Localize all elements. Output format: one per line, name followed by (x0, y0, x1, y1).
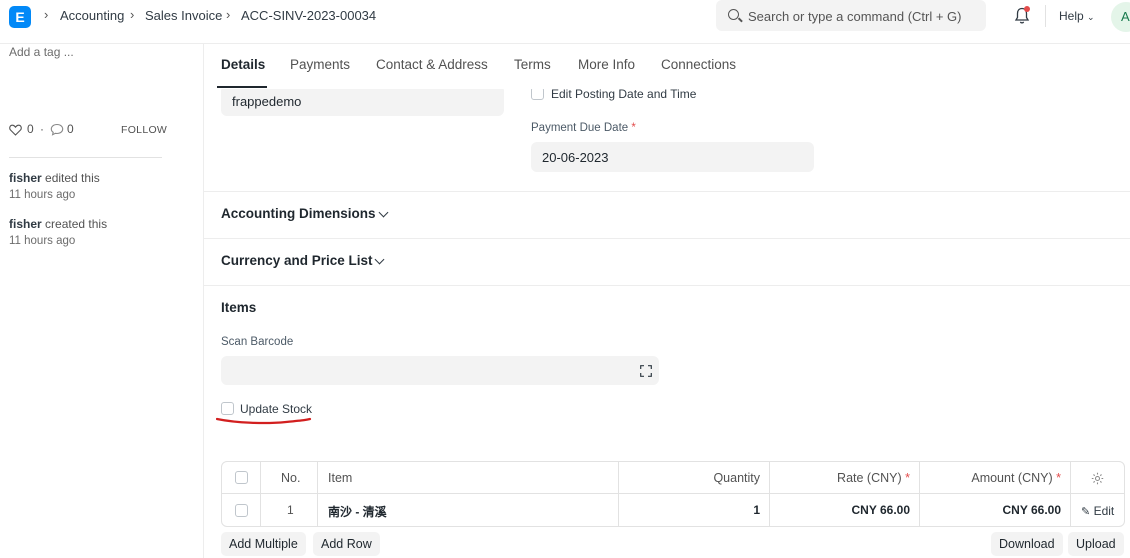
section-divider (204, 238, 1130, 239)
table-header-row: No. Item Quantity Rate (CNY) * Amount (C… (222, 462, 1124, 494)
header-cell: Quantity (619, 462, 770, 493)
navbar-divider (1045, 5, 1046, 27)
search-icon (728, 9, 739, 20)
annotation-underline (216, 417, 312, 425)
add-tag-link[interactable]: Add a tag ... (9, 45, 74, 59)
dot-separator: · (40, 122, 44, 136)
header-rate: Rate (CNY) * (837, 471, 910, 485)
upload-button[interactable]: Upload (1068, 532, 1124, 556)
header-amount: Amount (CNY) * (971, 471, 1061, 485)
active-tab-indicator (217, 86, 267, 88)
notification-dot (1024, 6, 1030, 12)
header-cell: Amount (CNY) * (920, 462, 1071, 493)
payment-due-label: Payment Due Date * (531, 122, 636, 134)
comments-count: 0 (67, 122, 74, 136)
edit-posting-label: Edit Posting Date and Time (551, 87, 697, 101)
row-edit-button[interactable]: ✎ Edit (1081, 504, 1114, 518)
navbar: E › Accounting › Sales Invoice › ACC-SIN… (0, 0, 1130, 44)
header-no: No. (281, 471, 301, 485)
gear-icon[interactable] (1091, 472, 1104, 485)
row-amount: CNY 66.00 (1002, 503, 1061, 517)
row-quantity: 1 (753, 503, 760, 517)
header-cell (222, 462, 261, 493)
chevron-down-icon[interactable] (378, 207, 389, 218)
row-cell[interactable]: 1 (619, 494, 770, 526)
section-divider (204, 191, 1130, 192)
accounting-dimensions-section[interactable]: Accounting Dimensions (221, 206, 376, 221)
header-quantity: Quantity (713, 471, 760, 485)
items-table: No. Item Quantity Rate (CNY) * Amount (C… (221, 461, 1125, 527)
tab-details[interactable]: Details (221, 57, 265, 72)
row-rate: CNY 66.00 (851, 503, 910, 517)
help-menu[interactable]: Help ⌄ (1059, 9, 1095, 23)
add-row-button[interactable]: Add Row (313, 532, 380, 556)
row-cell: 1 (261, 494, 318, 526)
chevron-down-icon[interactable] (374, 254, 385, 265)
row-cell[interactable]: CNY 66.00 (920, 494, 1071, 526)
likes-count: 0 (27, 122, 34, 136)
chevron-down-icon: ⌄ (1087, 12, 1095, 22)
header-cell: No. (261, 462, 318, 493)
add-multiple-button[interactable]: Add Multiple (221, 532, 306, 556)
currency-price-list-section[interactable]: Currency and Price List (221, 253, 373, 268)
scan-icon[interactable] (640, 365, 652, 377)
chevron-right-icon: › (130, 7, 135, 22)
tab-payments[interactable]: Payments (290, 57, 350, 72)
chevron-right-icon: › (226, 7, 231, 22)
follow-button[interactable]: FOLLOW (121, 124, 167, 136)
tab-contact-address[interactable]: Contact & Address (376, 57, 488, 72)
heart-icon[interactable] (9, 124, 22, 136)
breadcrumb-accounting[interactable]: Accounting (60, 8, 124, 23)
form-tabs: Details Payments Contact & Address Terms… (204, 44, 1130, 89)
row-cell[interactable]: CNY 66.00 (770, 494, 920, 526)
tab-connections[interactable]: Connections (661, 57, 736, 72)
scan-barcode-input[interactable] (221, 356, 659, 385)
header-cell: Rate (CNY) * (770, 462, 920, 493)
search-placeholder: Search or type a command (Ctrl + G) (748, 9, 962, 24)
row-no: 1 (287, 503, 294, 517)
activity-item: fisher created this (9, 217, 108, 231)
activity-item: fisher edited this (9, 171, 100, 185)
header-cell: Item (318, 462, 619, 493)
app-logo[interactable]: E (9, 6, 31, 28)
tab-more-info[interactable]: More Info (578, 57, 635, 72)
items-section-title: Items (221, 300, 257, 315)
row-checkbox[interactable] (235, 504, 248, 517)
pencil-icon: ✎ (1081, 506, 1091, 518)
download-button[interactable]: Download (991, 532, 1063, 556)
chevron-right-icon: › (44, 7, 49, 22)
header-item: Item (328, 471, 353, 485)
scan-barcode-label: Scan Barcode (221, 336, 294, 348)
section-divider (204, 285, 1130, 286)
activity-time: 11 hours ago (9, 189, 76, 201)
company-field[interactable]: frappedemo (221, 85, 504, 116)
table-row[interactable]: 1 南沙 - 清溪 1 CNY 66.00 CNY 66.00 ✎ Edit (222, 494, 1124, 526)
tab-terms[interactable]: Terms (514, 57, 551, 72)
select-all-checkbox[interactable] (235, 471, 248, 484)
sidebar-divider (9, 157, 162, 158)
comment-icon[interactable] (50, 123, 64, 136)
payment-due-field[interactable]: 20-06-2023 (531, 142, 814, 172)
breadcrumb-document[interactable]: ACC-SINV-2023-00034 (241, 8, 376, 23)
row-cell[interactable]: 南沙 - 清溪 (318, 494, 619, 526)
row-cell (222, 494, 261, 526)
search-bar[interactable]: Search or type a command (Ctrl + G) (716, 0, 986, 31)
breadcrumb-sales-invoice[interactable]: Sales Invoice (145, 8, 222, 23)
activity-time: 11 hours ago (9, 235, 76, 247)
sidebar-border (203, 44, 204, 558)
avatar[interactable]: A (1111, 2, 1130, 32)
row-item: 南沙 - 清溪 (328, 505, 387, 519)
